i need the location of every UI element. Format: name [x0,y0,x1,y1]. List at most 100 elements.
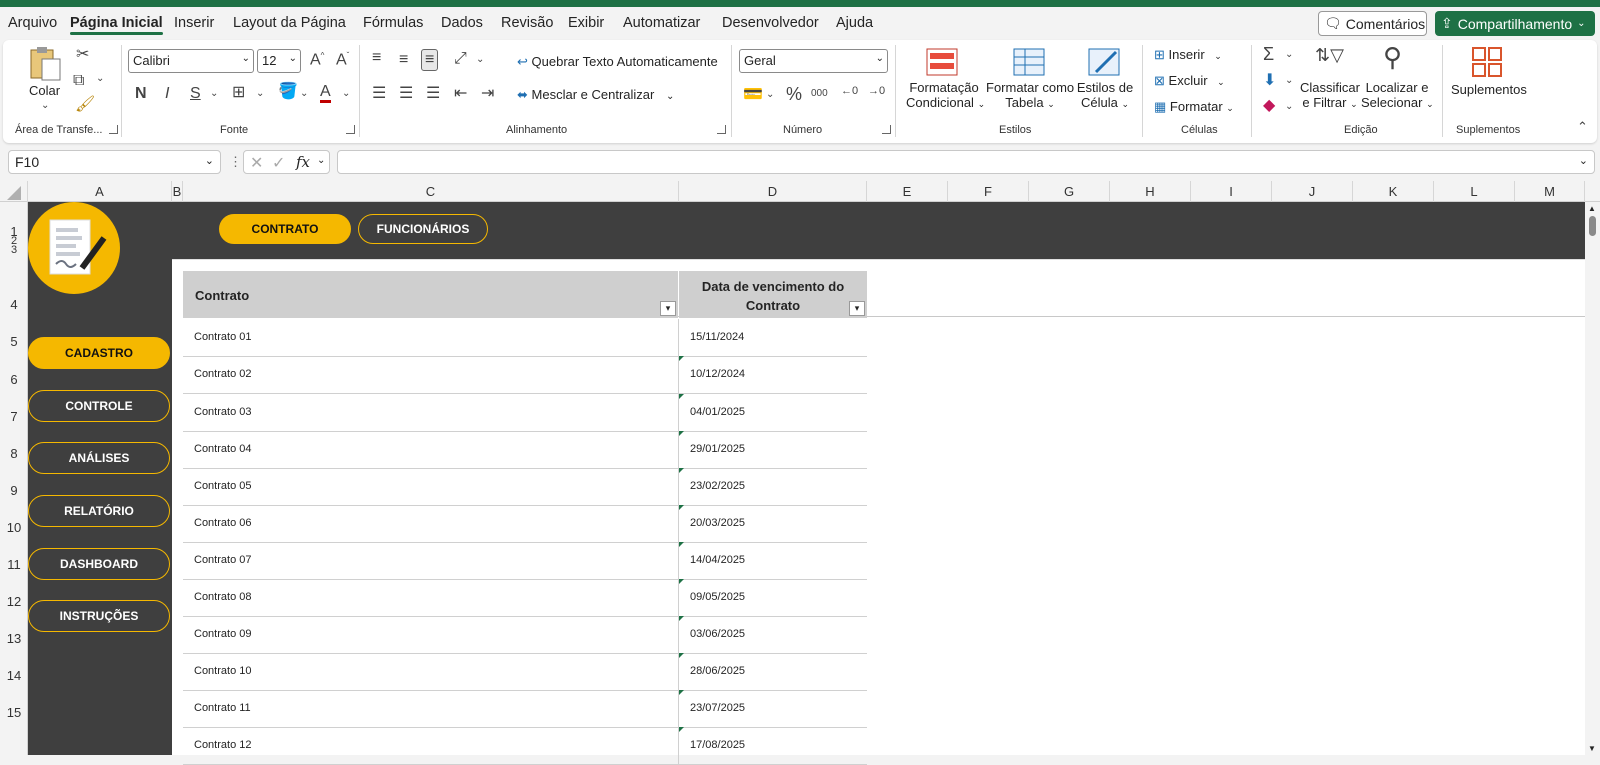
nav-cadastro-button[interactable]: CADASTRO [28,337,170,369]
nav-instrucoes-button[interactable]: INSTRUÇÕES [28,600,170,632]
chevron-down-icon[interactable]: ⌄ [1285,102,1293,112]
clear-icon[interactable]: ◆ [1263,98,1275,114]
percent-icon[interactable]: % [786,85,802,103]
column-header[interactable]: B [172,181,183,202]
increase-font-icon[interactable]: A^ [310,52,324,68]
chevron-down-icon[interactable]: ⌄ [1285,50,1293,60]
scroll-up-icon[interactable]: ▲ [1588,204,1596,213]
dialog-launcher-icon[interactable] [346,125,355,134]
nav-analises-button[interactable]: ANÁLISES [28,442,170,474]
vertical-scrollbar[interactable]: ▲ ▼ [1585,202,1600,755]
row-header[interactable]: 7 [0,409,28,424]
menu-arquivo[interactable]: Arquivo [8,15,57,31]
italic-button[interactable]: I [165,86,169,102]
increase-indent-icon[interactable]: ⇥ [481,86,494,102]
menu-ajuda[interactable]: Ajuda [836,15,873,31]
more-options-icon[interactable]: ⋮ [229,154,242,170]
sort-filter-icon[interactable]: ⇅▽ [1315,46,1344,64]
row-header[interactable]: 8 [0,446,28,461]
align-center-icon[interactable]: ☰ [399,86,413,102]
menu-dados[interactable]: Dados [441,15,483,31]
autosum-icon[interactable]: Σ [1263,45,1274,63]
vencimento-cell[interactable]: 15/11/2024 [679,319,867,356]
align-right-icon[interactable]: ☰ [426,86,440,102]
column-header[interactable]: C [183,181,679,202]
row-header[interactable]: 15 [0,705,28,720]
thousands-separator-icon[interactable]: 000 [811,89,828,99]
font-name-select[interactable]: Calibri ⌄ [128,49,254,73]
contrato-cell[interactable]: Contrato 03 [183,394,679,431]
confirm-icon[interactable]: ✓ [272,153,285,173]
align-bottom-icon[interactable]: ≡ [421,49,439,71]
column-header[interactable]: F [948,181,1029,202]
borders-icon[interactable]: ⊞ [232,85,245,101]
contrato-cell[interactable]: Contrato 08 [183,579,679,616]
contrato-cell[interactable]: Contrato 11 [183,690,679,727]
fill-color-icon[interactable]: 🪣 [278,84,298,100]
dialog-launcher-icon[interactable] [882,125,891,134]
font-color-icon[interactable]: A [320,84,331,103]
vencimento-cell[interactable]: 20/03/2025 [679,505,867,542]
menu-layout-da-pagina[interactable]: Layout da Página [233,15,346,31]
column-header[interactable]: I [1191,181,1272,202]
row-header[interactable]: 10 [0,520,28,535]
sort-filter-button[interactable]: Classificar e Filtrar ⌄ [1300,80,1360,110]
copy-icon[interactable]: ⧉ [73,73,84,89]
vencimento-cell[interactable]: 29/01/2025 [679,431,867,468]
decrease-font-icon[interactable]: Aˇ [336,52,349,68]
format-cells-button[interactable]: ▦ Formatar ⌄ [1154,99,1234,115]
bold-button[interactable]: N [135,86,147,102]
paste-button[interactable] [28,46,62,82]
nav-dashboard-button[interactable]: DASHBOARD [28,548,170,580]
addins-icon[interactable] [1471,46,1503,78]
align-middle-icon[interactable]: ≡ [399,52,408,68]
comments-button[interactable]: 🗨 Comentários [1318,11,1427,36]
column-header[interactable]: M [1515,181,1585,202]
chevron-down-icon[interactable]: ⌄ [41,100,49,111]
vencimento-cell[interactable]: 04/01/2025 [679,394,867,431]
chevron-down-icon[interactable]: ⌄ [210,89,218,99]
column-header[interactable]: G [1029,181,1110,202]
row-header[interactable]: 14 [0,668,28,683]
row-header[interactable]: 13 [0,631,28,646]
format-painter-icon[interactable]: 🖌 [75,97,95,113]
vencimento-cell[interactable]: 09/05/2025 [679,579,867,616]
number-format-select[interactable]: Geral ⌄ [739,49,888,73]
contrato-cell[interactable]: Contrato 05 [183,468,679,505]
contrato-cell[interactable]: Contrato 09 [183,616,679,653]
chevron-down-icon[interactable]: ⌄ [1285,76,1293,86]
menu-revisao[interactable]: Revisão [501,15,553,31]
insert-cells-button[interactable]: ⊞ Inserir ⌄ [1154,47,1222,63]
increase-decimal-icon[interactable]: ←0 [841,86,858,97]
cancel-icon[interactable]: ✕ [250,153,263,173]
format-as-table-button[interactable]: Formatar como Tabela ⌄ [986,80,1074,110]
column-header[interactable]: D [679,181,867,202]
share-button[interactable]: ⇪ Compartilhamento ⌄ [1435,11,1595,36]
find-select-icon[interactable]: ⚲ [1383,44,1402,70]
decrease-indent-icon[interactable]: ⇤ [454,86,467,102]
chevron-down-icon[interactable]: ⌄ [766,90,774,100]
underline-button[interactable]: S [190,86,201,102]
contrato-cell[interactable]: Contrato 07 [183,542,679,579]
row-header[interactable]: 6 [0,372,28,387]
scrollbar-thumb[interactable] [1589,216,1596,236]
row-header[interactable]: 3 [0,244,28,256]
insert-function-icon[interactable]: fx [296,153,310,171]
wrap-text-button[interactable]: ↩ Quebrar Texto Automaticamente [517,54,718,70]
column-header[interactable]: J [1272,181,1353,202]
menu-exibir[interactable]: Exibir [568,15,604,31]
contrato-cell[interactable]: Contrato 06 [183,505,679,542]
row-header[interactable]: 5 [0,334,28,349]
vencimento-cell[interactable]: 23/07/2025 [679,690,867,727]
chevron-down-icon[interactable]: ⌄ [256,89,264,99]
contrato-cell[interactable]: Contrato 01 [183,319,679,356]
row-header[interactable]: 4 [0,297,28,312]
paste-label[interactable]: Colar [29,83,60,98]
vencimento-cell[interactable]: 28/06/2025 [679,653,867,690]
column-header[interactable]: H [1110,181,1191,202]
filter-dropdown-icon[interactable]: ▾ [660,301,676,316]
collapse-ribbon-icon[interactable]: ⌃ [1577,120,1588,133]
column-header[interactable]: L [1434,181,1515,202]
chevron-down-icon[interactable]: ⌄ [342,89,350,99]
chevron-down-icon[interactable]: ⌄ [300,89,308,99]
